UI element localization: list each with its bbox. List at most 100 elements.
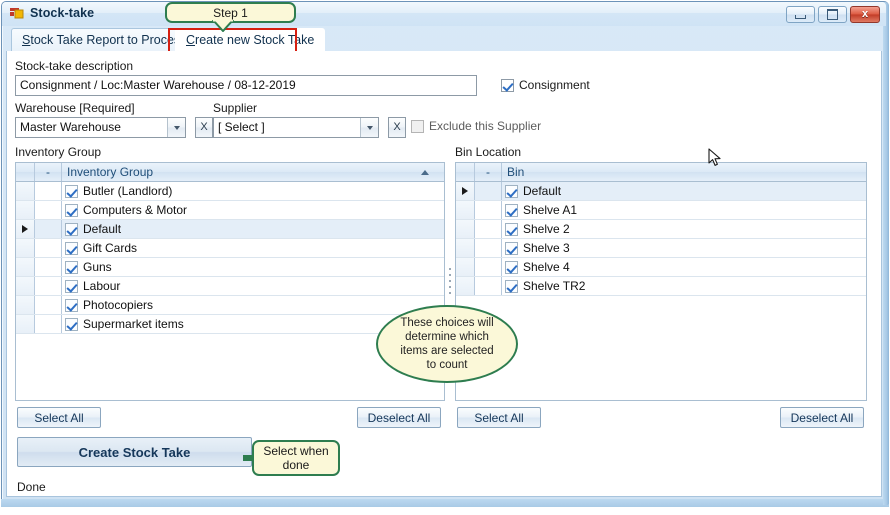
row-checkbox[interactable] (505, 280, 518, 293)
row-checkbox[interactable] (65, 242, 78, 255)
row-checkbox[interactable] (505, 223, 518, 236)
current-row-arrow-icon (22, 225, 28, 233)
exclude-supplier-checkbox[interactable]: Exclude this Supplier (411, 119, 541, 133)
inventory-group-grid[interactable]: - Inventory Group Butler (Landlord) Compu… (15, 162, 445, 401)
row-checkbox[interactable] (65, 299, 78, 312)
application-window: Stock-take x Stock Take Report to Proces… (0, 0, 890, 515)
supplier-dropdown-button[interactable] (360, 118, 378, 137)
inventory-row-indicator (16, 315, 35, 333)
inventory-row-spacer (35, 182, 62, 200)
inventory-grid-header: - Inventory Group (16, 163, 444, 182)
description-label: Stock-take description (15, 59, 134, 73)
bin-row-indicator (456, 220, 475, 238)
row-checkbox[interactable] (505, 242, 518, 255)
inventory-header-dash[interactable]: - (35, 163, 62, 181)
inventory-row-indicator (16, 201, 35, 219)
tab-strip: Stock Take Report to Process Create new … (5, 27, 883, 52)
maximize-icon (819, 7, 846, 22)
row-checkbox[interactable] (65, 185, 78, 198)
minimize-icon (787, 7, 814, 22)
table-row[interactable]: Labour (16, 277, 444, 296)
annotation-done-line2: done (282, 458, 310, 472)
maximize-button[interactable] (818, 6, 847, 23)
inventory-deselect-all-button[interactable]: Deselect All (357, 407, 441, 428)
table-row[interactable]: Shelve 3 (456, 239, 866, 258)
row-checkbox[interactable] (65, 261, 78, 274)
annotation-done-line1: Select when (263, 444, 329, 458)
row-checkbox[interactable] (505, 204, 518, 217)
inventory-row-indicator (16, 296, 35, 314)
consignment-checkbox-label: Consignment (519, 78, 590, 92)
row-checkbox[interactable] (65, 318, 78, 331)
inventory-row-spacer (35, 296, 62, 314)
inventory-row-spacer (35, 277, 62, 295)
bin-row-indicator (456, 277, 475, 295)
inventory-row-indicator (16, 277, 35, 295)
warehouse-clear-button[interactable]: X (195, 117, 213, 138)
supplier-combo-value: [ Select ] (218, 120, 265, 134)
close-button[interactable]: x (850, 6, 880, 23)
table-row[interactable]: Photocopiers (16, 296, 444, 315)
row-checkbox[interactable] (65, 223, 78, 236)
bin-header-name[interactable]: Bin (502, 163, 866, 181)
exclude-supplier-checkbox-box (411, 119, 424, 133)
description-input[interactable]: Consignment / Loc:Master Warehouse / 08-… (15, 75, 477, 96)
exclude-supplier-checkbox-label: Exclude this Supplier (429, 119, 542, 133)
bin-row-indicator (456, 239, 475, 257)
inventory-group-caption: Inventory Group (15, 145, 102, 159)
form-icon (10, 8, 24, 21)
row-checkbox[interactable] (505, 261, 518, 274)
inventory-select-all-button[interactable]: Select All (17, 407, 101, 428)
row-label: Gift Cards (83, 241, 138, 255)
row-label: Butler (Landlord) (83, 184, 173, 198)
row-checkbox[interactable] (505, 185, 518, 198)
status-bar-text: Done (17, 480, 46, 494)
inventory-header-name[interactable]: Inventory Group (62, 163, 444, 181)
table-row[interactable]: Default (16, 220, 444, 239)
bin-row-spacer (475, 201, 502, 219)
table-row[interactable]: Shelve 4 (456, 258, 866, 277)
bin-select-all-button[interactable]: Select All (457, 407, 541, 428)
inventory-row-spacer (35, 315, 62, 333)
table-row[interactable]: Computers & Motor (16, 201, 444, 220)
warehouse-dropdown-button[interactable] (167, 118, 185, 137)
bin-deselect-all-button[interactable]: Deselect All (780, 407, 864, 428)
title-bar[interactable]: Stock-take x (2, 2, 886, 26)
inventory-row-indicator (16, 258, 35, 276)
table-row[interactable]: Shelve TR2 (456, 277, 866, 296)
warehouse-combo[interactable]: Master Warehouse (15, 117, 186, 138)
bin-header-dash[interactable]: - (475, 163, 502, 181)
window-right-edge (883, 2, 889, 505)
row-label: Photocopiers (83, 298, 154, 312)
supplier-label: Supplier (213, 101, 258, 115)
bin-location-grid[interactable]: - Bin Default Shelve A1 Shelve 2 Shelve 3 Sh… (455, 162, 867, 401)
row-checkbox[interactable] (65, 280, 78, 293)
table-row[interactable]: Guns (16, 258, 444, 277)
chevron-down-icon (366, 125, 373, 130)
inventory-row-spacer (35, 239, 62, 257)
warehouse-combo-value: Master Warehouse (20, 120, 121, 134)
row-label: Shelve 4 (523, 260, 570, 274)
inventory-row-spacer (35, 258, 62, 276)
consignment-checkbox[interactable]: Consignment (501, 78, 590, 92)
table-row[interactable]: Gift Cards (16, 239, 444, 258)
row-checkbox[interactable] (65, 204, 78, 217)
bin-row-indicator (456, 258, 475, 276)
window-title: Stock-take (30, 6, 95, 20)
table-row[interactable]: Shelve A1 (456, 201, 866, 220)
supplier-clear-button[interactable]: X (388, 117, 406, 138)
supplier-combo[interactable]: [ Select ] (213, 117, 379, 138)
inventory-row-indicator (16, 220, 35, 238)
warehouse-label: Warehouse [Required] (15, 101, 135, 115)
row-label: Default (523, 184, 562, 198)
sort-ascending-icon (421, 170, 429, 175)
table-row[interactable]: Butler (Landlord) (16, 182, 444, 201)
table-row[interactable]: Shelve 2 (456, 220, 866, 239)
row-label: Computers & Motor (83, 203, 188, 217)
table-row[interactable]: Default (456, 182, 866, 201)
minimize-button[interactable] (786, 6, 815, 23)
inventory-row-spacer (35, 220, 62, 238)
create-stock-take-button[interactable]: Create Stock Take (17, 437, 252, 467)
inventory-row-spacer (35, 201, 62, 219)
annotation-ellipse-line2: determine which (405, 331, 489, 343)
